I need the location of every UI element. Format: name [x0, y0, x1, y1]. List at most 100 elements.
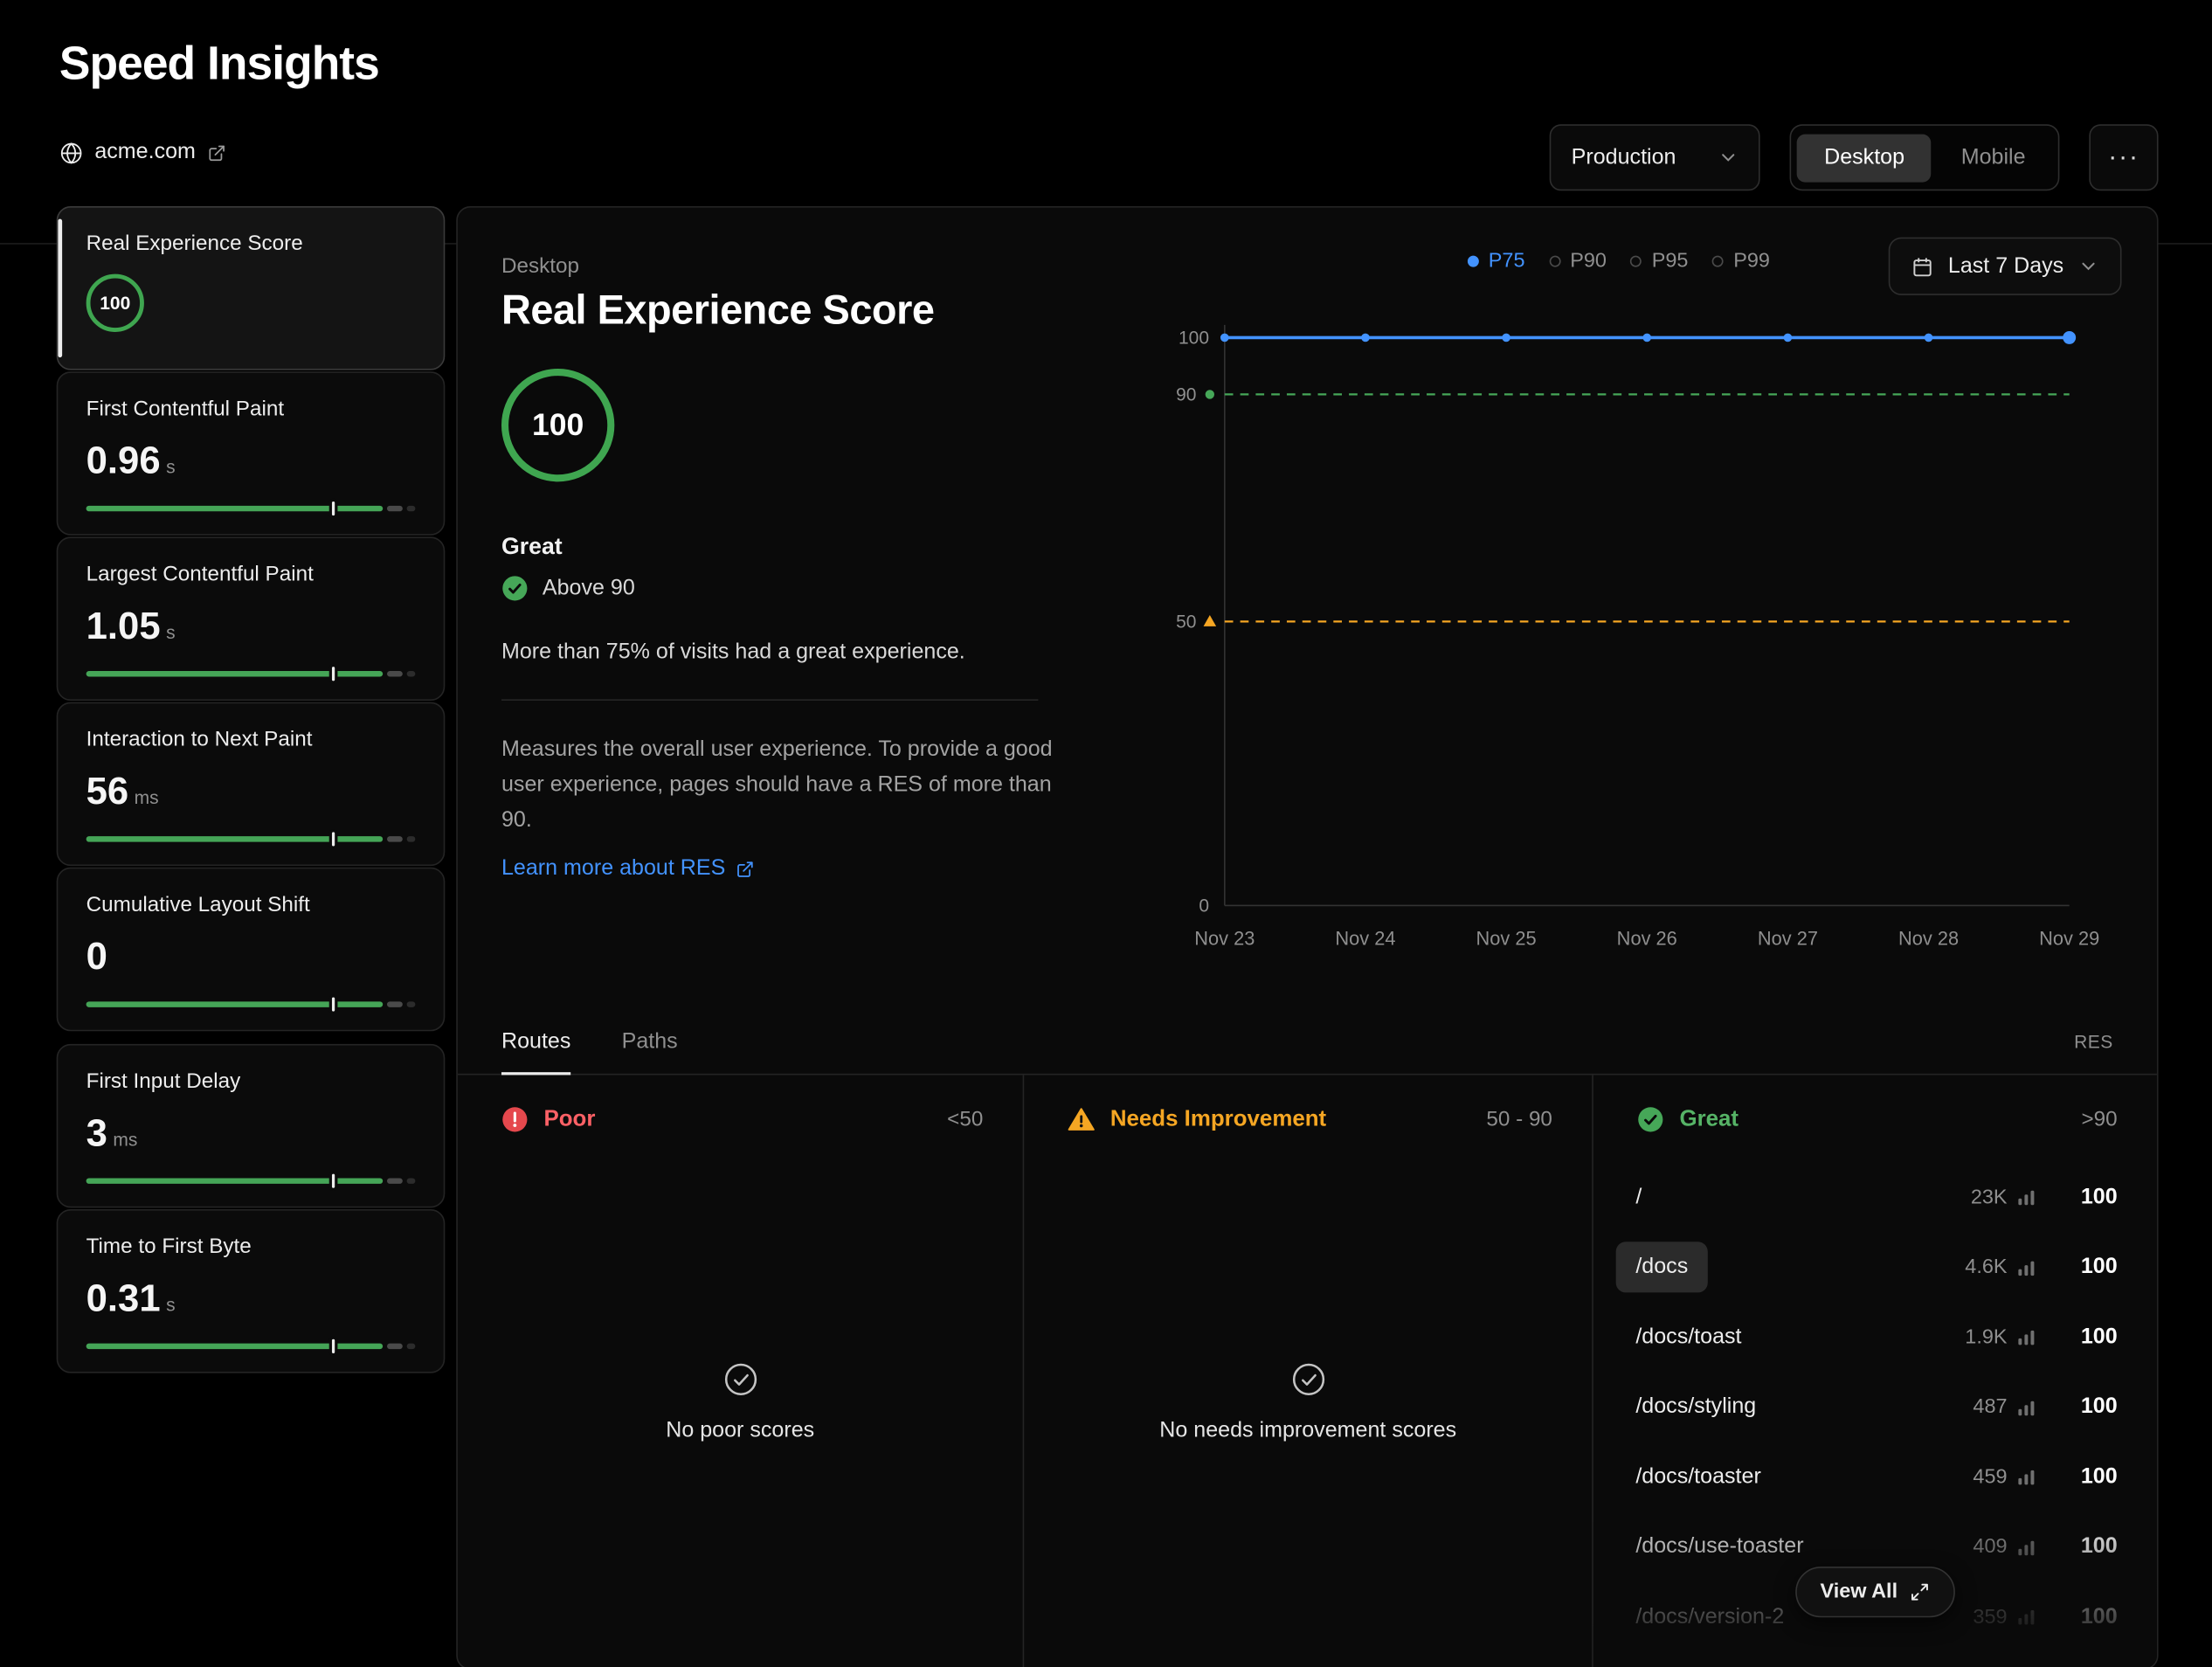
samples-bars-icon [2017, 1328, 2036, 1346]
route-score: 100 [2036, 1255, 2118, 1280]
legend-dot-icon [1712, 256, 1724, 267]
svg-text:100: 100 [1179, 329, 1209, 349]
legend-label: P75 [1489, 250, 1525, 273]
external-link-icon [207, 143, 225, 162]
legend-dot-icon [1549, 256, 1560, 267]
metric-gauge [86, 836, 416, 841]
calendar-icon [1911, 255, 1934, 278]
legend-item-p99[interactable]: P99 [1712, 250, 1770, 273]
svg-text:Nov 29: Nov 29 [2039, 928, 2099, 950]
res-column-label: RES [2074, 1031, 2113, 1052]
route-row-[interactable]: /23K100 [1616, 1163, 2118, 1233]
poor-empty-state: No poor scores [458, 1362, 1023, 1444]
metric-number: 0.96 [86, 439, 161, 483]
empty-text: No poor scores [666, 1418, 814, 1443]
route-row-docs-styling[interactable]: /docs/styling487100 [1616, 1373, 2118, 1442]
svg-text:Nov 27: Nov 27 [1758, 928, 1818, 950]
metric-value: 0 [86, 935, 416, 979]
metric-number: 56 [86, 770, 129, 813]
metric-card-cumulative-layout-shift[interactable]: Cumulative Layout Shift 0 [57, 868, 446, 1032]
metric-card-time-to-first-byte[interactable]: Time to First Byte 0.31s [57, 1209, 446, 1373]
res-line-chart: 10090500Nov 23Nov 24Nov 25Nov 26Nov 27No… [1156, 319, 2071, 969]
route-path: /docs/version-2 [1616, 1592, 1804, 1643]
svg-text:Nov 24: Nov 24 [1335, 928, 1395, 950]
svg-text:Nov 26: Nov 26 [1617, 928, 1677, 950]
route-row-docs[interactable]: /docs4.6K100 [1616, 1233, 2118, 1303]
tab-paths[interactable]: Paths [622, 1010, 678, 1074]
metrics-sidebar: Real Experience Score100First Contentful… [57, 206, 446, 1374]
chart-canvas: 10090500Nov 23Nov 24Nov 25Nov 26Nov 27No… [1156, 319, 2071, 969]
metric-detail-panel: Desktop Real Experience Score 100 Great … [456, 206, 2158, 1667]
domain-label: acme.com [94, 140, 196, 165]
routes-tabs-row: Routes Paths RES [458, 1010, 2157, 1075]
metric-gauge [86, 1001, 416, 1006]
route-path: /docs [1616, 1242, 1708, 1293]
environment-dropdown[interactable]: Production [1550, 124, 1760, 190]
metric-unit: s [166, 456, 176, 477]
metric-number: 1.05 [86, 605, 161, 648]
route-path: /docs/toast [1616, 1312, 1761, 1363]
needs-empty-state: No needs improvement scores [1024, 1362, 1592, 1444]
empty-text: No needs improvement scores [1159, 1418, 1456, 1443]
svg-text:Nov 25: Nov 25 [1476, 928, 1537, 950]
device-tab-desktop[interactable]: Desktop [1797, 134, 1931, 182]
samples-bars-icon [2017, 1398, 2036, 1416]
ellipsis-icon: ··· [2108, 142, 2139, 173]
project-domain-link[interactable]: acme.com [59, 140, 225, 165]
score-value: 100 [532, 407, 584, 444]
metric-card-largest-contentful-paint[interactable]: Largest Contentful Paint1.05s [57, 536, 446, 701]
route-score: 100 [2036, 1534, 2118, 1560]
metric-card-first-contentful-paint[interactable]: First Contentful Paint 0.96s [57, 371, 446, 536]
metric-score-badge: 100 [86, 274, 144, 332]
column-needs-header: Needs Improvement 50 - 90 [1024, 1075, 1592, 1132]
metric-card-real-experience-score[interactable]: Real Experience Score100 [57, 206, 446, 370]
environment-label: Production [1572, 145, 1676, 170]
route-sample-count: 459 [1973, 1466, 2007, 1489]
check-circle-icon [501, 575, 529, 602]
more-menu-button[interactable]: ··· [2089, 124, 2158, 190]
route-path: /docs/use-toaster [1616, 1522, 1824, 1573]
metric-unit: ms [135, 787, 159, 808]
metric-label: First Input Delay [86, 1069, 416, 1093]
rating-label: Great [501, 534, 563, 561]
metric-number: 0 [86, 935, 107, 979]
percentile-legend: P75 P90 P95 P99 [1468, 250, 1770, 273]
metric-value: 1.05s [86, 605, 416, 648]
check-circle-outline-icon [722, 1362, 757, 1397]
legend-item-p75[interactable]: P75 [1468, 250, 1525, 273]
legend-item-p90[interactable]: P90 [1549, 250, 1607, 273]
metric-gauge [86, 506, 416, 511]
metric-label: Time to First Byte [86, 1235, 416, 1258]
metric-title: Real Experience Score [501, 288, 934, 335]
legend-dot-icon [1468, 256, 1479, 267]
legend-label: P90 [1570, 250, 1607, 273]
route-row-docs-toaster[interactable]: /docs/toaster459100 [1616, 1442, 2118, 1512]
samples-bars-icon [2017, 1538, 2036, 1556]
metric-value: 3ms [86, 1111, 416, 1155]
legend-item-p95[interactable]: P95 [1630, 250, 1688, 273]
route-score: 100 [2036, 1394, 2118, 1420]
metric-value: 0.31s [86, 1277, 416, 1321]
metric-card-first-input-delay[interactable]: First Input Delay 3ms [57, 1044, 446, 1208]
samples-bars-icon [2017, 1468, 2036, 1486]
column-range: >90 [2082, 1108, 2118, 1131]
route-score: 100 [2036, 1185, 2118, 1210]
date-range-picker[interactable]: Last 7 Days [1889, 238, 2122, 295]
view-all-button[interactable]: View All [1794, 1567, 1955, 1617]
metric-number: 0.31 [86, 1277, 161, 1321]
header-controls: Production Desktop Mobile ··· [1550, 124, 2158, 190]
learn-more-link[interactable]: Learn more about RES [501, 856, 754, 882]
route-row-docs-toast[interactable]: /docs/toast1.9K100 [1616, 1303, 2118, 1373]
column-needs-improvement: Needs Improvement 50 - 90 No needs impro… [1024, 1075, 1593, 1667]
metric-card-interaction-to-next-paint[interactable]: Interaction to Next Paint56ms [57, 702, 446, 867]
metric-gauge [86, 671, 416, 676]
metric-gauge [86, 1178, 416, 1183]
device-tab-mobile[interactable]: Mobile [1934, 134, 2052, 182]
metric-label: Cumulative Layout Shift [86, 893, 416, 917]
svg-text:50: 50 [1176, 612, 1196, 633]
tab-routes[interactable]: Routes [501, 1010, 570, 1074]
metric-number: 3 [86, 1111, 107, 1155]
column-name: Poor [543, 1107, 595, 1132]
metric-value: 0.96s [86, 439, 416, 483]
metric-label: First Contentful Paint [86, 397, 416, 420]
